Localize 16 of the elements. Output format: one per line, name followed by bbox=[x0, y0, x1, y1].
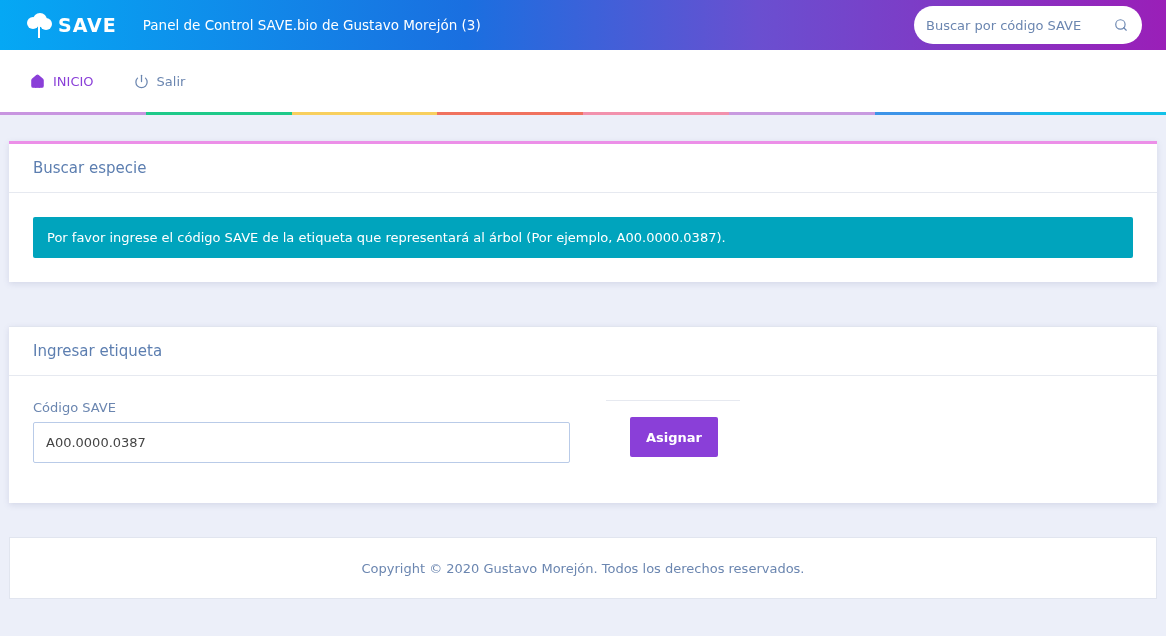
panel-title: Panel de Control SAVE.bio de Gustavo Morejón (3) bbox=[142, 17, 482, 33]
card-title: Buscar especie bbox=[9, 144, 1157, 193]
tree-icon bbox=[24, 12, 54, 38]
nav-link[interactable]: Salir bbox=[133, 73, 186, 89]
power-icon bbox=[133, 73, 149, 89]
nav-link[interactable]: INICIO bbox=[30, 73, 94, 89]
assign-button[interactable]: Asignar bbox=[630, 417, 718, 457]
input-field[interactable]: A00.0000.0387 bbox=[33, 422, 570, 463]
info-alert: Por favor ingrese el código SAVE de la etiqueta que representará al árbol (Por ejemplo, A00.0000.0387). bbox=[33, 217, 1133, 258]
search-field[interactable]: Buscar por código SAVE bbox=[914, 6, 1142, 44]
logo-text: SAVE bbox=[58, 14, 117, 36]
home-icon bbox=[30, 73, 45, 89]
footer-text: Copyright © 2020 Gustavo Morejón. Todos los derechos reservados. bbox=[9, 537, 1157, 599]
field-label: Código SAVE bbox=[33, 400, 117, 415]
card-title: Ingresar etiqueta bbox=[9, 327, 1157, 376]
search-icon[interactable] bbox=[1114, 18, 1128, 32]
